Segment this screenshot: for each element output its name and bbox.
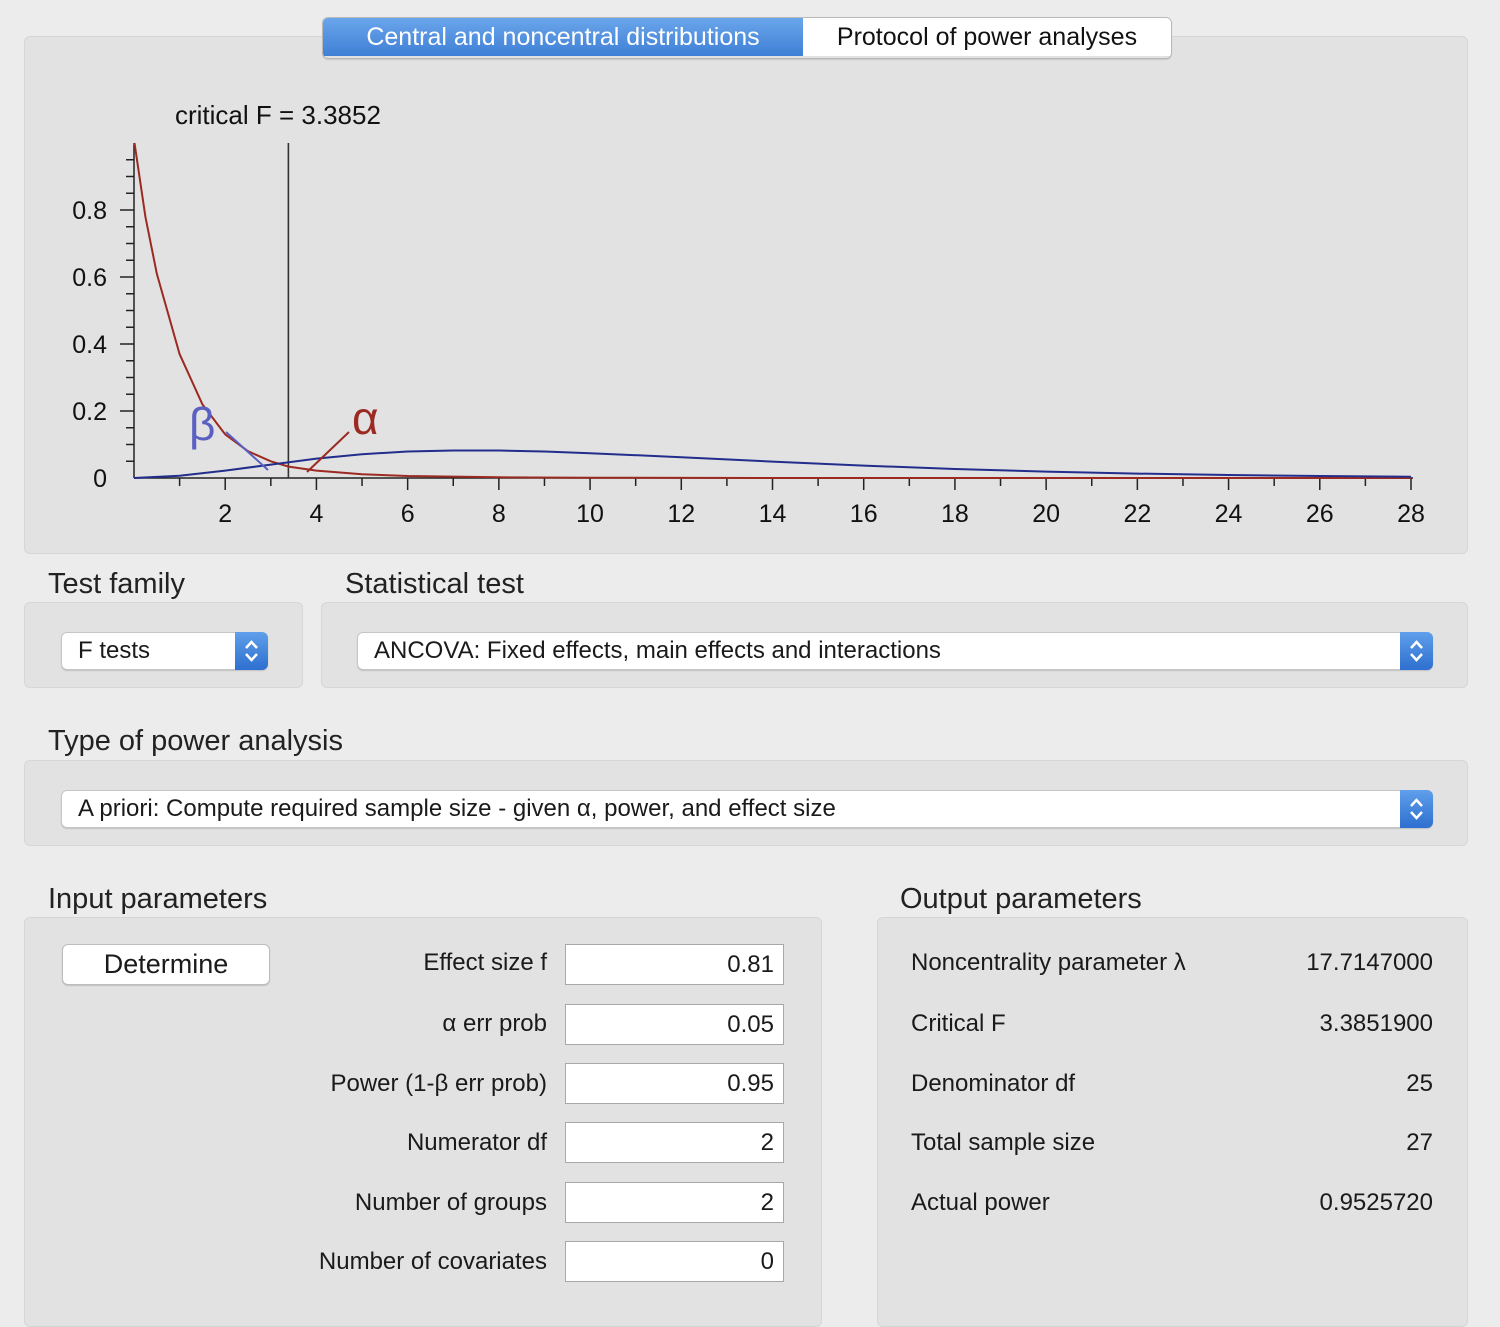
power-analysis-label: Type of power analysis [48,725,343,757]
x-tick-label: 4 [309,500,323,528]
x-tick-label: 10 [576,500,604,528]
y-tick-label: 0.2 [72,398,107,426]
input-parameters-title: Input parameters [48,883,268,915]
power-field[interactable]: 0.95 [565,1063,784,1104]
statistical-test-select[interactable]: ANCOVA: Fixed effects, main effects and … [357,632,1433,670]
power-analysis-select[interactable]: A priori: Compute required sample size -… [61,790,1433,828]
determine-button[interactable]: Determine [62,944,270,985]
total-sample-size-label: Total sample size [911,1129,1096,1156]
chevron-updown-icon [1400,632,1433,670]
x-tick-label: 8 [492,500,506,528]
critical-f-annotation: critical F = 3.3852 [175,100,381,130]
effect-size-label: Effect size f [423,949,547,976]
chevron-updown-icon [235,632,268,670]
test-family-select[interactable]: F tests [61,632,268,670]
critical-f-label: Critical F [911,1010,1006,1037]
critical-f-value: 3.3851900 [1319,1010,1433,1037]
number-of-groups-field[interactable]: 2 [565,1182,784,1223]
x-tick-label: 22 [1123,500,1151,528]
x-tick-label: 16 [850,500,878,528]
chevron-updown-icon [1400,790,1433,828]
x-tick-label: 28 [1397,500,1425,528]
denominator-df-value: 25 [1406,1070,1433,1097]
noncentrality-label: Noncentrality parameter λ [911,949,1186,976]
alpha-err-field[interactable]: 0.05 [565,1004,784,1045]
statistical-test-label: Statistical test [345,568,524,600]
denominator-df-label: Denominator df [911,1070,1076,1097]
output-parameters-panel [877,917,1468,1327]
number-of-covariates-field[interactable]: 0 [565,1241,784,1282]
output-parameters-title: Output parameters [900,883,1142,915]
x-tick-label: 12 [667,500,695,528]
number-of-covariates-label: Number of covariates [318,1248,547,1275]
x-tick-label: 14 [759,500,787,528]
actual-power-label: Actual power [911,1189,1050,1216]
numerator-df-label: Numerator df [406,1129,547,1156]
alpha-region-label: α [352,392,379,444]
number-of-groups-label: Number of groups [354,1189,547,1216]
x-tick-label: 18 [941,500,969,528]
x-tick-label: 24 [1215,500,1243,528]
central-distribution-curve [133,142,1411,479]
alpha-err-label: α err prob [442,1010,547,1037]
noncentrality-value: 17.7147000 [1306,949,1433,976]
x-tick-label: 6 [401,500,415,528]
x-tick-label: 26 [1306,500,1334,528]
power-analysis-value: A priori: Compute required sample size -… [78,795,836,822]
effect-size-field[interactable]: 0.81 [565,944,784,985]
actual-power-value: 0.9525720 [1319,1189,1433,1216]
beta-pointer-line [225,431,269,471]
distribution-chart: 2 4 6 8 10 12 14 16 18 20 22 24 26 2800.20.40.60.8cri… [72,100,1425,528]
y-tick-label: 0.4 [72,331,107,359]
alpha-pointer-line [306,431,350,473]
y-tick-label: 0.6 [72,264,107,292]
numerator-df-field[interactable]: 2 [565,1122,784,1163]
y-tick-label: 0.8 [72,197,107,225]
x-tick-label: 20 [1032,500,1060,528]
total-sample-size-value: 27 [1406,1129,1433,1156]
test-family-value: F tests [78,637,151,664]
x-tick-label: 2 [218,500,232,528]
beta-region-label: β [189,398,215,450]
y-tick-label: 0 [93,465,107,493]
test-family-label: Test family [48,568,185,600]
statistical-test-value: ANCOVA: Fixed effects, main effects and … [374,637,941,664]
power-label: Power (1-β err prob) [330,1070,547,1097]
